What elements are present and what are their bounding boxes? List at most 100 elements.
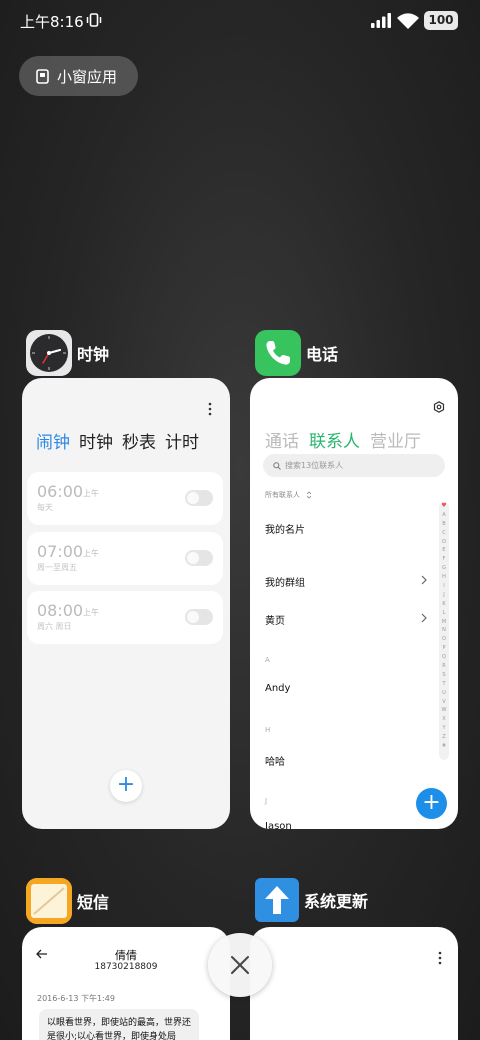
contact-jason[interactable]: Jason (265, 821, 292, 829)
index-letter[interactable]: K (439, 600, 449, 609)
contact-search-input[interactable]: 搜索13位联系人 (263, 454, 445, 477)
sms-app-icon[interactable] (26, 878, 72, 924)
signal-icon (371, 13, 391, 28)
sms-message-bubble[interactable]: 以眼看世界，即使站的最高，世界还是很小;以心看世界，即使身处局限，世界也很大。 (39, 1009, 199, 1040)
index-letter[interactable]: O (439, 635, 449, 644)
sms-date: 2016-6-13 下午1:49 (37, 994, 115, 1003)
search-icon (273, 461, 281, 470)
notepad-icon (26, 878, 72, 924)
clock-face-icon (30, 334, 68, 372)
tab-alarm[interactable]: 闹钟 (36, 428, 70, 453)
sms-app-card[interactable]: 倩倩 18730218809 2016-6-13 下午1:49 以眼看世界，即使… (22, 927, 230, 1040)
clock-tabs: 闹钟 时钟 秒表 计时 (36, 428, 208, 453)
wifi-icon (397, 13, 419, 29)
index-letter[interactable]: V (439, 698, 449, 707)
alarm-repeat: 每天 (37, 503, 53, 512)
index-letter[interactable]: T (439, 680, 449, 689)
index-letter[interactable]: X (439, 715, 449, 724)
small-window-label: 小窗应用 (57, 67, 118, 86)
contact-andy[interactable]: Andy (265, 683, 290, 694)
index-letter[interactable]: G (439, 564, 449, 573)
app-header-phone[interactable]: 电话 (255, 330, 338, 376)
all-contacts-filter[interactable]: 所有联系人 (265, 490, 300, 500)
favorites-heart-icon[interactable]: ♥ (439, 502, 449, 511)
tab-stopwatch[interactable]: 秒表 (122, 428, 156, 453)
alphabet-index-bar[interactable]: ♥ A B C D E F G H I J K L M N O P Q R S T U V W X Y Z # (439, 502, 449, 760)
index-letter[interactable]: U (439, 689, 449, 698)
add-contact-button[interactable]: + (416, 788, 447, 819)
index-letter[interactable]: # (439, 742, 449, 751)
more-options-icon[interactable] (438, 951, 442, 965)
chevron-right-icon (421, 613, 427, 623)
index-letter[interactable]: H (439, 573, 449, 582)
app-name-update: 系统更新 (304, 892, 369, 911)
tab-contacts[interactable]: 联系人 (309, 427, 360, 452)
status-bar: 上午8:16 100 (0, 0, 480, 42)
app-header-update[interactable]: 系统更新 (255, 878, 368, 922)
alarm-row[interactable]: 07:00 上午 周一至周五 (27, 532, 223, 585)
index-letter[interactable]: N (439, 626, 449, 635)
alarm-row[interactable]: 06:00 上午 每天 (27, 472, 223, 525)
tab-calls[interactable]: 通话 (265, 427, 299, 452)
index-letter[interactable]: A (439, 511, 449, 520)
phone-app-card[interactable]: 通话 联系人 营业厅 搜索13位联系人 所有联系人 我的名片 我的群组 黄页 A… (250, 378, 458, 829)
index-letter[interactable]: M (439, 618, 449, 627)
alarm-row[interactable]: 08:00 上午 周六 周日 (27, 591, 223, 644)
tab-service-hall[interactable]: 营业厅 (370, 427, 421, 452)
app-name-sms: 短信 (77, 893, 110, 912)
index-letter[interactable]: F (439, 555, 449, 564)
phone-tabs: 通话 联系人 营业厅 (265, 427, 431, 452)
index-letter[interactable]: Z (439, 733, 449, 742)
clock-app-icon[interactable] (26, 330, 72, 376)
tab-timer[interactable]: 计时 (165, 428, 199, 453)
index-letter[interactable]: B (439, 520, 449, 529)
tab-clock[interactable]: 时钟 (79, 428, 113, 453)
alarm-ampm: 上午 (83, 608, 99, 617)
contact-my-groups[interactable]: 我的群组 (265, 574, 305, 589)
clear-all-button[interactable] (208, 933, 272, 997)
update-app-card[interactable] (250, 927, 458, 1040)
small-window-apps-button[interactable]: 小窗应用 (19, 56, 138, 96)
app-header-sms[interactable]: 短信 (26, 878, 109, 924)
more-options-icon[interactable] (208, 402, 212, 416)
index-letter[interactable]: D (439, 538, 449, 547)
sms-contact-name: 倩倩 (115, 949, 137, 962)
sort-icon (306, 491, 312, 499)
alarm-toggle[interactable] (185, 550, 213, 566)
gear-icon[interactable] (433, 401, 445, 413)
battery-indicator: 100 (424, 11, 458, 30)
add-alarm-button[interactable]: + (110, 770, 142, 802)
section-header-j: J (265, 797, 268, 805)
clock-app-card[interactable]: 闹钟 时钟 秒表 计时 06:00 上午 每天 07:00 上午 周一至周五 0… (22, 378, 230, 829)
index-letter[interactable]: S (439, 671, 449, 680)
chevron-right-icon (421, 575, 427, 585)
app-header-clock[interactable]: 时钟 (26, 330, 109, 376)
index-letter[interactable]: Q (439, 653, 449, 662)
alarm-toggle[interactable] (185, 490, 213, 506)
phone-app-icon[interactable] (255, 330, 301, 376)
section-header-h: H (265, 726, 271, 734)
contact-my-card[interactable]: 我的名片 (265, 521, 305, 536)
vibrate-icon (86, 13, 102, 27)
index-letter[interactable]: Y (439, 724, 449, 733)
index-letter[interactable]: R (439, 662, 449, 671)
contact-yellow-pages[interactable]: 黄页 (265, 612, 285, 627)
alarm-repeat: 周六 周日 (37, 622, 72, 631)
arrow-up-icon (265, 886, 289, 914)
alarm-ampm: 上午 (83, 489, 99, 498)
index-letter[interactable]: P (439, 644, 449, 653)
alarm-ampm: 上午 (83, 549, 99, 558)
alarm-toggle[interactable] (185, 609, 213, 625)
index-letter[interactable]: W (439, 706, 449, 715)
index-letter[interactable]: J (439, 591, 449, 600)
index-letter[interactable]: I (439, 582, 449, 591)
contact-haha[interactable]: 哈哈 (265, 753, 285, 768)
index-letter[interactable]: C (439, 529, 449, 538)
alarm-time: 06:00 (37, 482, 84, 501)
alarm-repeat: 周一至周五 (37, 563, 77, 572)
index-letter[interactable]: E (439, 546, 449, 555)
app-name-phone: 电话 (306, 345, 339, 364)
index-letter[interactable]: L (439, 609, 449, 618)
update-app-icon[interactable] (255, 878, 299, 922)
section-header-a: A (265, 656, 270, 664)
